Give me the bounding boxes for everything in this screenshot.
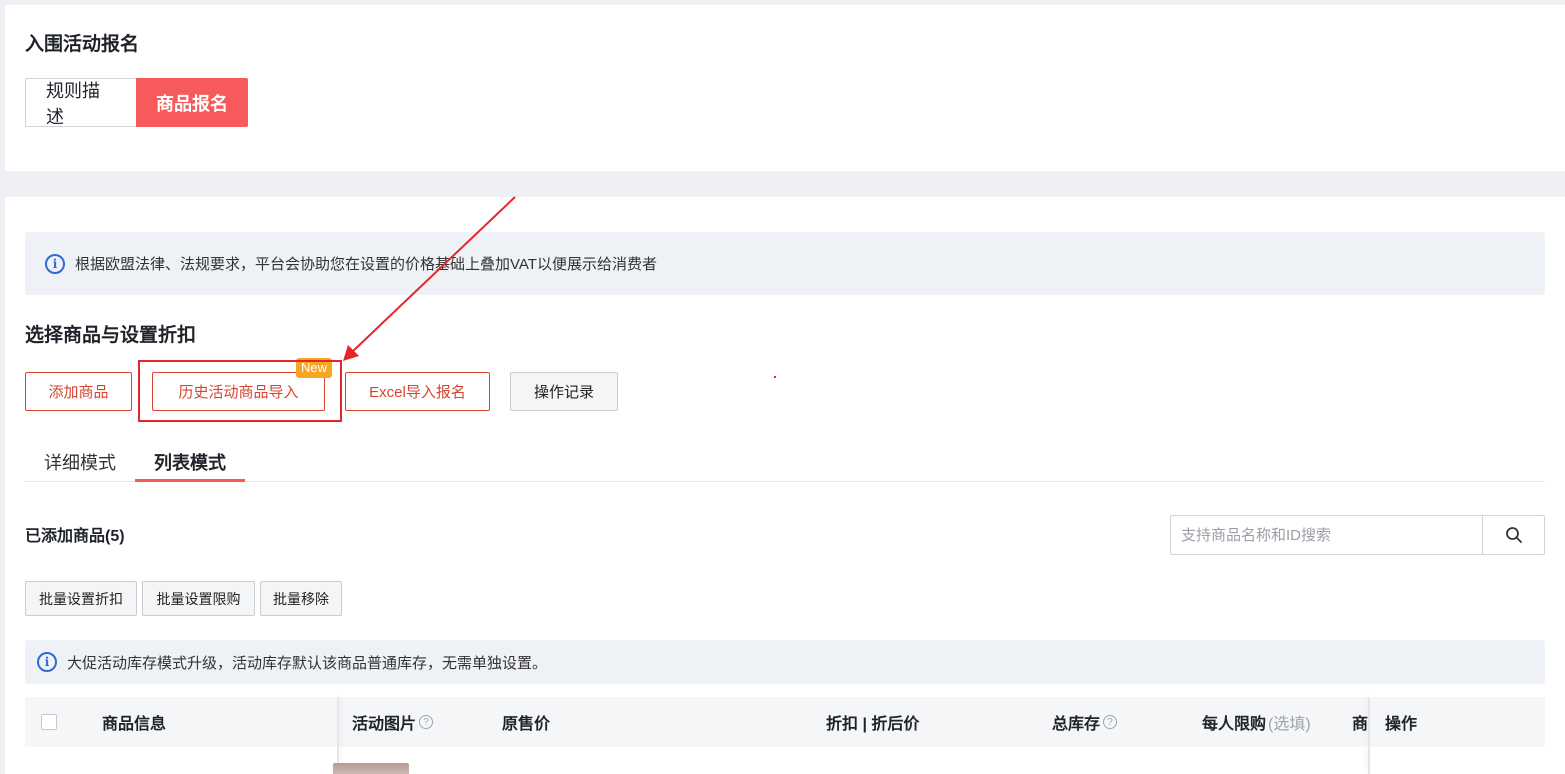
tab-list-mode[interactable]: 列表模式 (135, 437, 245, 482)
tab-detail-mode[interactable]: 详细模式 (25, 437, 135, 482)
activity-header-card: 入围活动报名 规则描述 商品报名 (5, 5, 1565, 171)
column-total-stock-label: 总库存 (1052, 716, 1101, 733)
stock-notice-banner: i 大促活动库存模式升级，活动库存默认该商品普通库存，无需单独设置。 (25, 640, 1545, 684)
product-thumbnail (333, 763, 409, 774)
search-button[interactable] (1482, 516, 1544, 554)
add-product-button[interactable]: 添加商品 (25, 372, 132, 411)
column-activity-image-label: 活动图片 (352, 716, 417, 733)
column-original-price: 原售价 (502, 716, 551, 733)
product-signup-card: i 根据欧盟法律、法规要求，平台会协助您在设置的价格基础上叠加VAT以便展示给消… (5, 197, 1565, 774)
optional-hint: (选填) (1268, 716, 1311, 733)
search-icon (1505, 527, 1522, 543)
batch-set-limit-button[interactable]: 批量设置限购 (142, 581, 255, 616)
column-actions: 操作 (1385, 716, 1418, 733)
column-per-person-limit-label: 每人限购 (1202, 716, 1267, 733)
vat-info-banner: i 根据欧盟法律、法规要求，平台会协助您在设置的价格基础上叠加VAT以便展示给消… (25, 232, 1545, 295)
product-search (1170, 515, 1545, 555)
column-product-info: 商品信息 (102, 716, 167, 733)
vat-info-text: 根据欧盟法律、法规要求，平台会协助您在设置的价格基础上叠加VAT以便展示给消费者 (75, 256, 657, 273)
stock-notice-text: 大促活动库存模式升级，活动库存默认该商品普通库存，无需单独设置。 (67, 654, 548, 672)
annotation-dot (774, 376, 776, 378)
search-input[interactable] (1171, 516, 1482, 554)
table-header: 商品信息 活动图片 ? 原售价 折扣 | 折后价 总库存 ? 每人限购 (选填)… (25, 697, 1545, 774)
excel-import-button[interactable]: Excel导入报名 (345, 372, 490, 411)
tab-rules[interactable]: 规则描述 (25, 78, 136, 127)
batch-remove-button[interactable]: 批量移除 (260, 581, 342, 616)
segment-control: 规则描述 商品报名 (25, 78, 248, 127)
section-title: 选择商品与设置折扣 (25, 325, 197, 346)
page-title: 入围活动报名 (25, 34, 140, 55)
select-all-checkbox[interactable] (41, 714, 57, 730)
added-products-title: 已添加商品(5) (25, 528, 125, 545)
info-icon: i (37, 652, 57, 672)
column-divider (1368, 697, 1370, 774)
info-icon: i (45, 253, 65, 274)
tab-product-signup[interactable]: 商品报名 (136, 78, 248, 127)
help-icon[interactable]: ? (419, 715, 434, 729)
column-per-person-limit: 每人限购 (选填) (1202, 697, 1311, 747)
view-mode-tabs: 详细模式 列表模式 (25, 437, 1545, 482)
help-icon[interactable]: ? (1103, 715, 1118, 729)
column-discount-price: 折扣 | 折后价 (826, 716, 920, 733)
operation-log-button[interactable]: 操作记录 (510, 372, 618, 411)
column-truncated: 商 (1352, 716, 1369, 733)
column-total-stock: 总库存 ? (1052, 697, 1118, 747)
batch-set-discount-button[interactable]: 批量设置折扣 (25, 581, 137, 616)
new-badge: New (296, 358, 333, 378)
column-activity-image: 活动图片 ? (352, 697, 434, 747)
